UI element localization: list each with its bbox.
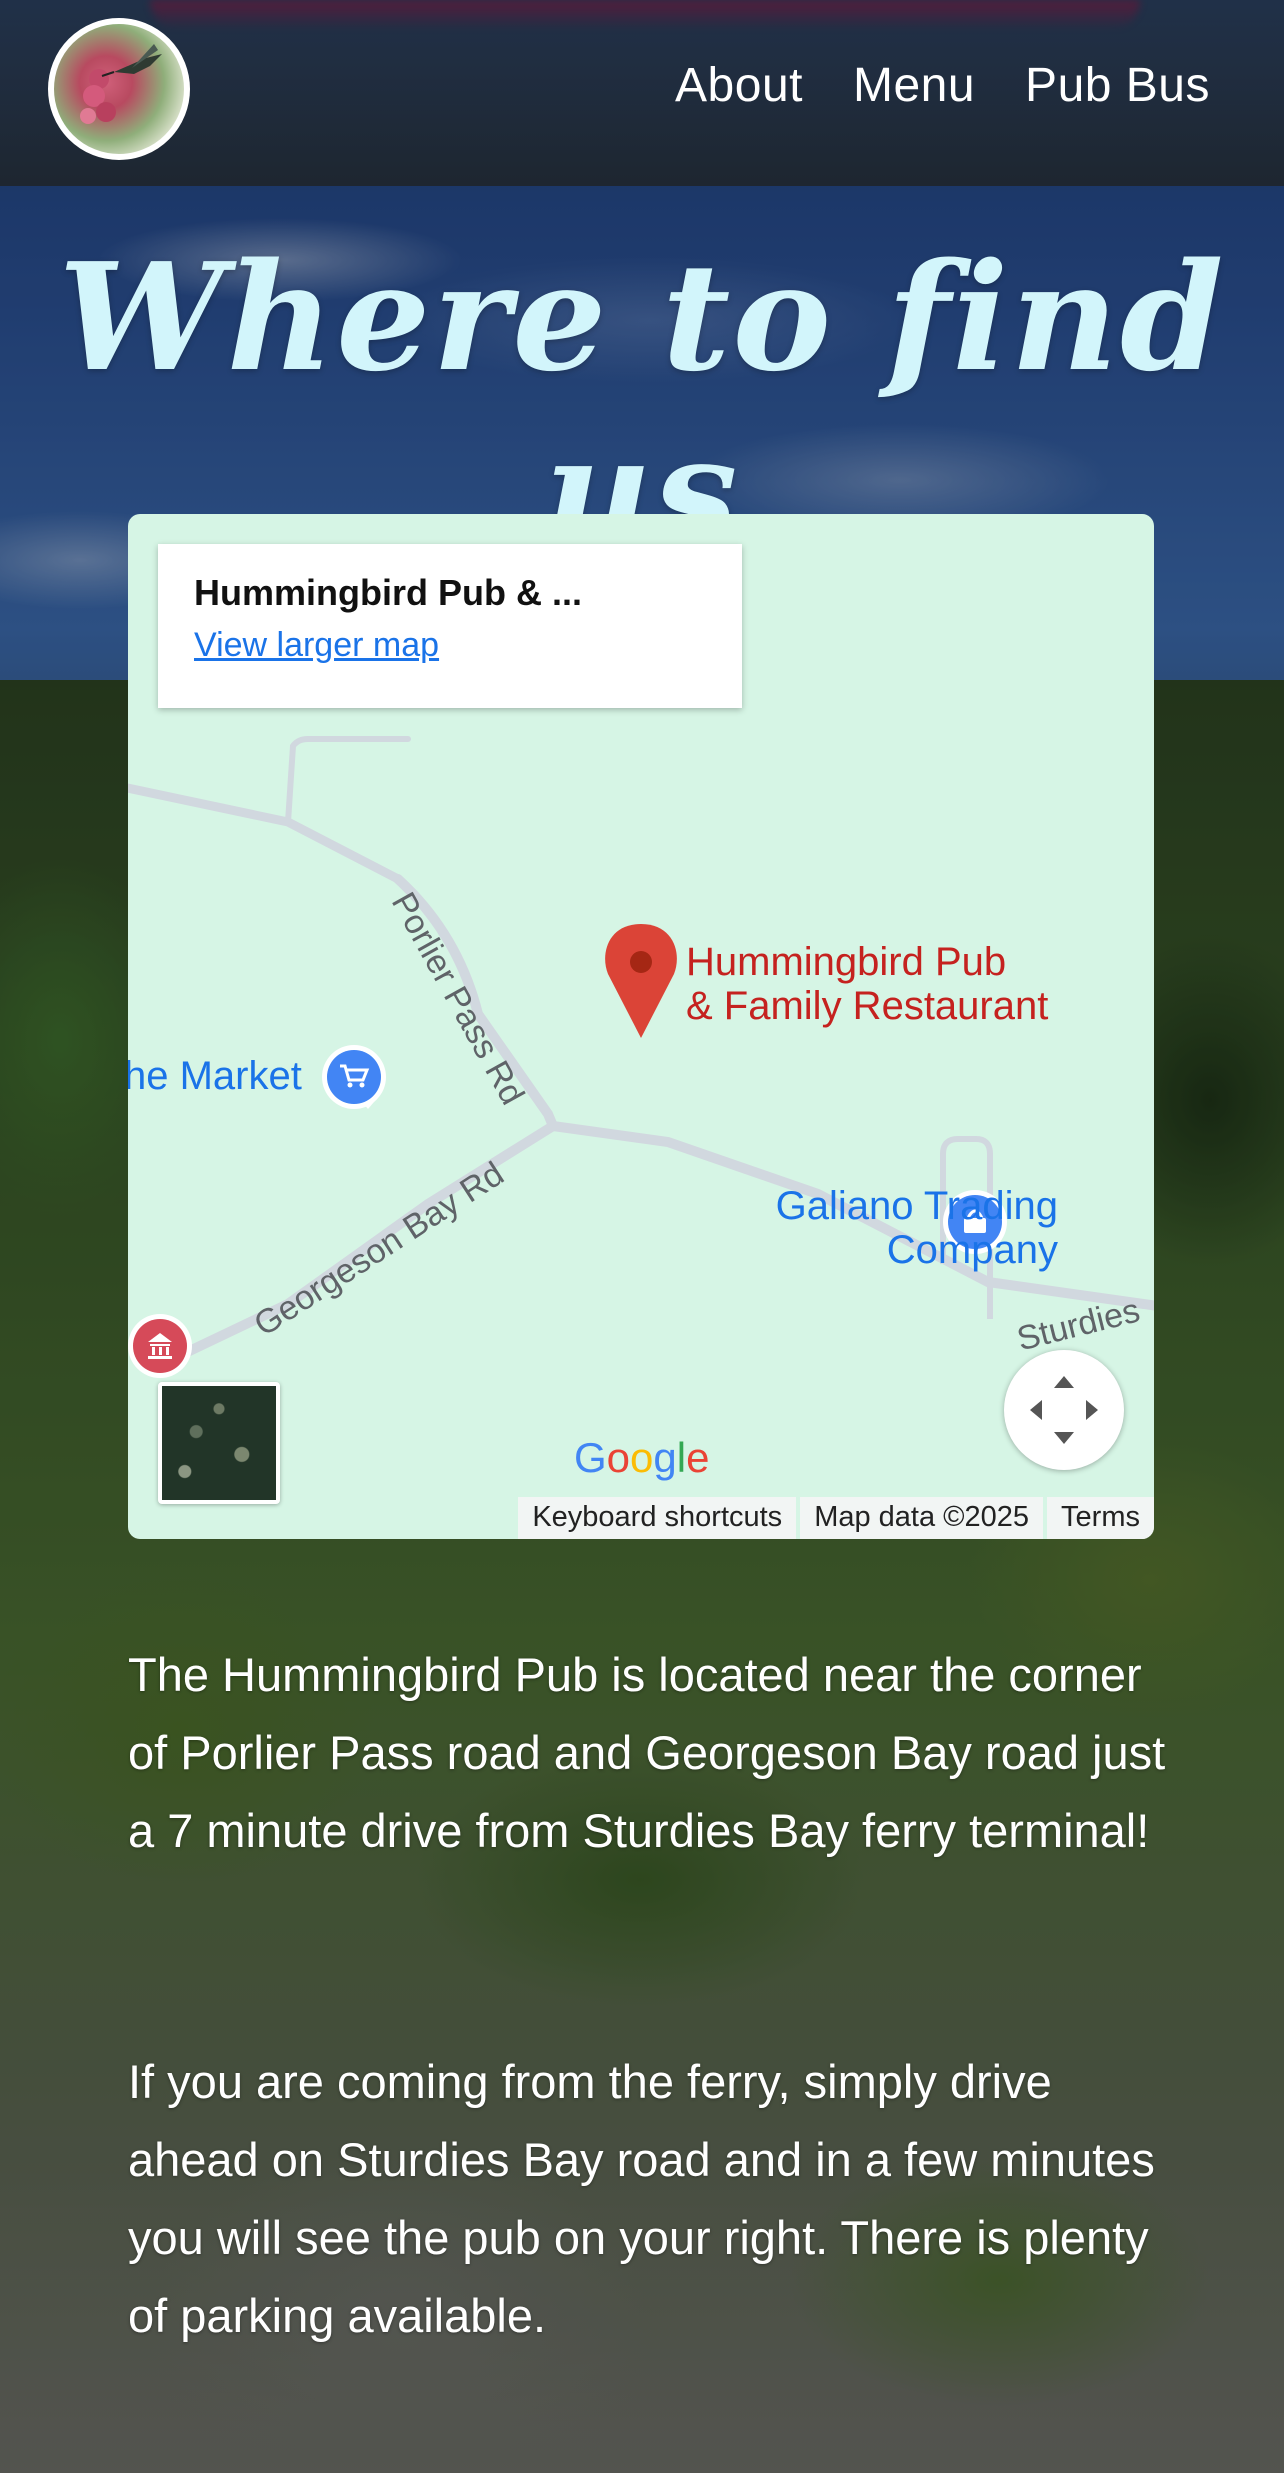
keyboard-shortcuts-link[interactable]: Keyboard shortcuts <box>518 1497 797 1539</box>
map-data-text: Map data ©2025 <box>800 1497 1044 1539</box>
poi-market[interactable]: he Market <box>128 1054 302 1098</box>
main-nav: About Menu Pub Bus <box>675 58 1210 113</box>
fullscreen-button[interactable] <box>1004 1350 1124 1470</box>
poi-galiano-line2: Company <box>886 1228 1058 1272</box>
map-place-card: Hummingbird Pub & ... View larger map <box>158 544 742 708</box>
nav-about-link[interactable]: About <box>675 58 803 113</box>
map-pin <box>605 924 677 1038</box>
satellite-toggle-button[interactable] <box>158 1382 280 1504</box>
nav-menu-link[interactable]: Menu <box>853 58 975 113</box>
poi-galiano-line1: Galiano Trading <box>775 1184 1058 1228</box>
directions-paragraph: If you are coming from the ferry, simply… <box>128 2055 1155 2342</box>
terms-link[interactable]: Terms <box>1047 1497 1154 1539</box>
map-attribution: Keyboard shortcuts Map data ©2025 Terms <box>514 1497 1154 1539</box>
poi-hummingbird-line2: & Family Restaurant <box>686 984 1049 1028</box>
location-paragraph: The Hummingbird Pub is located near the … <box>128 1648 1166 1857</box>
place-name: Hummingbird Pub & ... <box>194 572 582 613</box>
header-accent <box>150 0 1140 30</box>
nav-pub-bus-link[interactable]: Pub Bus <box>1025 58 1210 113</box>
poi-hummingbird-pub[interactable]: Hummingbird Pub & Family Restaurant <box>686 940 1048 1028</box>
poi-hummingbird-line1: Hummingbird Pub <box>686 940 1007 984</box>
poi-galiano-trading[interactable]: Galiano Trading Company <box>634 1184 1058 1272</box>
embedded-map[interactable]: Hummingbird Pub & ... View larger map Hu… <box>128 514 1154 1539</box>
logo-art <box>80 44 162 124</box>
site-header: About Menu Pub Bus <box>0 0 1284 186</box>
hummingbird-logo-icon[interactable] <box>48 18 190 160</box>
google-logo: Google <box>574 1434 710 1481</box>
view-larger-map-link[interactable]: View larger map <box>194 626 706 665</box>
expand-arrows-icon <box>1030 1376 1098 1444</box>
